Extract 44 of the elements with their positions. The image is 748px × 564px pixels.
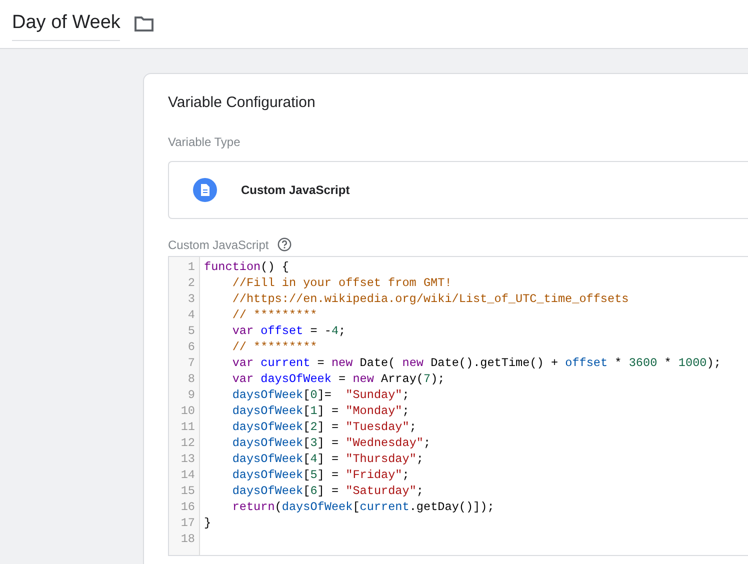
code-line: //Fill in your offset from GMT! — [232, 275, 452, 291]
code-line: daysOfWeek[3] = "Wednesday"; — [232, 435, 431, 451]
code-line: } — [204, 515, 212, 531]
field-label: Variable Type — [168, 135, 240, 149]
variable-type-selector[interactable]: Custom JavaScript — [168, 161, 748, 219]
code-line: daysOfWeek[2] = "Tuesday"; — [232, 419, 416, 435]
line-number: 12 — [180, 435, 196, 451]
code-line: var current = new Date( new Date().getTime() + offset * 3600 * 1000); — [232, 355, 721, 371]
line-number: 11 — [180, 419, 196, 435]
code-line: daysOfWeek[4] = "Thursday"; — [232, 451, 424, 467]
code-line: daysOfWeek[0]= "Sunday"; — [232, 387, 410, 403]
line-number: 14 — [180, 467, 196, 483]
code-line: daysOfWeek[5] = "Friday"; — [232, 467, 410, 483]
line-number: 16 — [180, 499, 196, 515]
code-line: // ********* — [232, 339, 318, 355]
line-number: 18 — [180, 531, 196, 547]
code-line: var offset = -4; — [232, 323, 346, 339]
variable-name[interactable]: Day of Week — [12, 8, 120, 40]
line-number: 4 — [186, 307, 196, 323]
line-number: 5 — [186, 323, 196, 339]
line-number: 2 — [186, 275, 196, 291]
line-number: 8 — [186, 371, 196, 387]
code-line: daysOfWeek[1] = "Monday"; — [232, 403, 410, 419]
line-number: 9 — [186, 387, 196, 403]
code-line: daysOfWeek[6] = "Saturday"; — [232, 483, 424, 499]
code-line: function() { — [204, 259, 289, 275]
code-line: var daysOfWeek = new Array(7); — [232, 371, 445, 387]
folder-icon[interactable] — [134, 16, 154, 32]
line-number: 17 — [180, 515, 196, 531]
line-number: 6 — [186, 339, 196, 355]
line-number: 15 — [180, 483, 196, 499]
line-number: 13 — [180, 451, 196, 467]
code-line: // ********* — [232, 307, 318, 323]
line-number: 7 — [186, 355, 196, 371]
code-editor[interactable] — [168, 256, 748, 556]
code-line: return(daysOfWeek[current.getDay()]); — [232, 499, 494, 515]
help-icon[interactable] — [276, 237, 292, 252]
field-label: Custom JavaScript — [168, 238, 269, 252]
line-number: 3 — [186, 291, 196, 307]
code-line: //https://en.wikipedia.org/wiki/List_of_UTC_time_offsets — [232, 291, 629, 307]
line-number: 10 — [180, 403, 196, 419]
card-title: Variable Configuration — [168, 94, 316, 111]
line-number: 1 — [186, 259, 196, 275]
document-icon — [193, 178, 217, 202]
